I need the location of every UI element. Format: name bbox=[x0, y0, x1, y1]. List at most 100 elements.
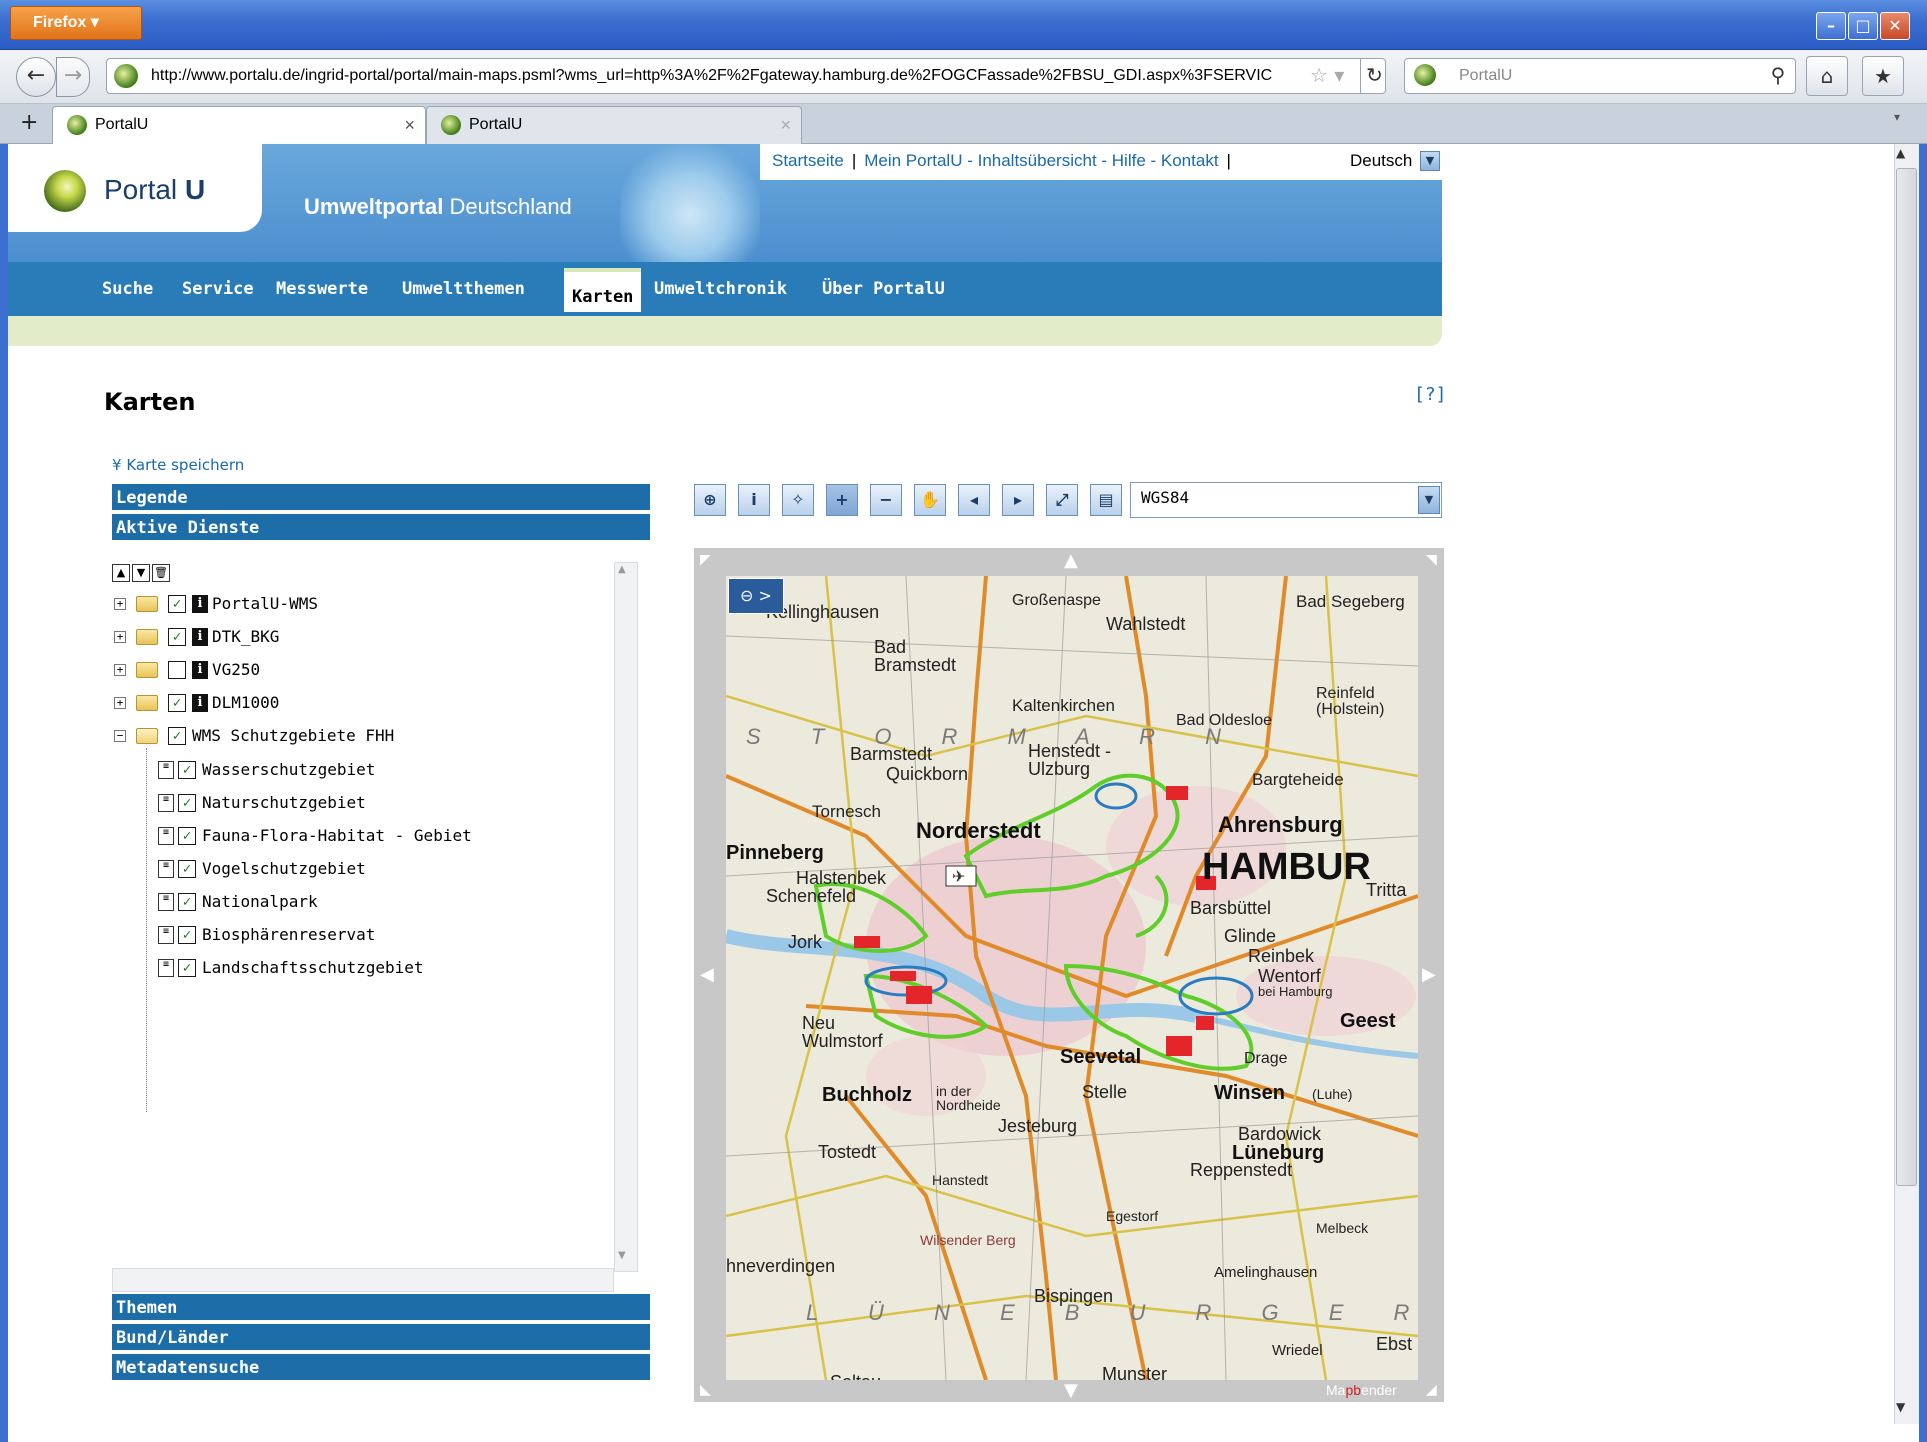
print-icon[interactable]: ▤ bbox=[1090, 484, 1122, 516]
pan-northwest-icon[interactable]: ◤ bbox=[700, 552, 711, 568]
expand-icon[interactable]: + bbox=[114, 697, 126, 709]
chevron-down-icon[interactable]: ▼ bbox=[1418, 486, 1440, 514]
panel-metadatensuche[interactable]: Metadatensuche bbox=[112, 1354, 650, 1382]
help-link[interactable]: [?] bbox=[1414, 384, 1447, 405]
pan-north-icon[interactable]: ▲ bbox=[1064, 550, 1078, 571]
nav-karten[interactable]: Karten bbox=[564, 268, 642, 312]
trash-icon[interactable]: 🗑 bbox=[152, 564, 170, 582]
nav-messwerte[interactable]: Messwerte bbox=[276, 262, 368, 316]
layer-checkbox[interactable]: ✓ bbox=[178, 794, 196, 812]
tab-portalu-active[interactable]: PortalU × bbox=[52, 106, 426, 144]
legend-icon[interactable]: ≡ bbox=[158, 893, 174, 911]
pan-south-icon[interactable]: ▼ bbox=[1064, 1380, 1078, 1401]
site-identity-icon[interactable] bbox=[114, 64, 138, 88]
info-icon[interactable]: i bbox=[192, 694, 208, 712]
link-startseite[interactable]: Startseite bbox=[772, 151, 844, 170]
panel-aktive-dienste[interactable]: Aktive Dienste bbox=[112, 514, 650, 542]
nav-umweltthemen[interactable]: Umweltthemen bbox=[402, 262, 525, 316]
legend-icon[interactable]: ≡ bbox=[158, 860, 174, 878]
new-tab-button[interactable]: + bbox=[20, 106, 38, 140]
tab-portalu[interactable]: PortalU × bbox=[426, 106, 802, 144]
add-wms-icon[interactable]: ⊕ bbox=[694, 484, 726, 516]
pan-hand-icon[interactable]: ✋ bbox=[914, 484, 946, 516]
feature-info-icon[interactable]: i bbox=[738, 484, 770, 516]
close-tab-icon[interactable]: × bbox=[404, 107, 415, 143]
nav-service[interactable]: Service bbox=[182, 262, 254, 316]
legend-icon[interactable]: ≡ bbox=[158, 761, 174, 779]
pan-northeast-icon[interactable]: ◥ bbox=[1426, 552, 1437, 568]
srs-select[interactable]: WGS84 bbox=[1130, 482, 1442, 518]
service-checkbox[interactable]: ✓ bbox=[168, 694, 186, 712]
home-button[interactable]: ⌂ bbox=[1806, 56, 1848, 96]
layer-checkbox[interactable]: ✓ bbox=[178, 893, 196, 911]
service-checkbox[interactable] bbox=[168, 661, 186, 679]
legend-icon[interactable]: ≡ bbox=[158, 794, 174, 812]
forward-button[interactable]: → bbox=[56, 57, 90, 97]
url-bar[interactable]: http://www.portalu.de/ingrid-portal/port… bbox=[106, 58, 1386, 94]
legend-icon[interactable]: ≡ bbox=[158, 827, 174, 845]
zoom-full-extent-icon[interactable]: ⤢ bbox=[1046, 484, 1078, 516]
close-window-button[interactable]: ✕ bbox=[1880, 12, 1910, 40]
page-scrollbar-thumb[interactable] bbox=[1896, 168, 1917, 1186]
scroll-down-icon[interactable]: ▼ bbox=[1896, 1400, 1905, 1414]
search-engine-icon[interactable] bbox=[1414, 64, 1436, 86]
layer-checkbox[interactable]: ✓ bbox=[178, 926, 196, 944]
zoom-in-icon[interactable]: + bbox=[826, 484, 858, 516]
tree-scroll-up-icon[interactable]: ▲ bbox=[618, 564, 626, 575]
history-forward-icon[interactable]: ▸ bbox=[1002, 484, 1034, 516]
set-coordinates-icon[interactable]: ✧ bbox=[782, 484, 814, 516]
pan-east-icon[interactable]: ▶ bbox=[1422, 964, 1436, 985]
info-icon[interactable]: i bbox=[192, 628, 208, 646]
layer-checkbox[interactable]: ✓ bbox=[178, 827, 196, 845]
firefox-menu-button[interactable]: Firefox ▾ bbox=[10, 6, 142, 40]
search-magnifier-icon[interactable]: ⚲ bbox=[1762, 58, 1794, 92]
save-map-link[interactable]: ¥ Karte speichern bbox=[112, 456, 244, 474]
tree-vertical-scrollbar[interactable] bbox=[614, 562, 638, 1272]
nav-suche[interactable]: Suche bbox=[102, 262, 153, 316]
reload-icon[interactable]: ↻ bbox=[1360, 58, 1388, 94]
move-down-icon[interactable]: ▼ bbox=[132, 564, 150, 582]
expand-icon[interactable]: + bbox=[114, 631, 126, 643]
collapse-icon[interactable]: − bbox=[114, 730, 126, 742]
map-canvas[interactable]: ✈ Kellinghausen Großenaspe Bad Segeberg … bbox=[726, 576, 1418, 1380]
close-tab-icon[interactable]: × bbox=[780, 107, 791, 143]
legend-icon[interactable]: ≡ bbox=[158, 959, 174, 977]
expand-icon[interactable]: + bbox=[114, 598, 126, 610]
folder-icon bbox=[136, 629, 158, 645]
legend-icon[interactable]: ≡ bbox=[158, 926, 174, 944]
service-checkbox[interactable]: ✓ bbox=[168, 595, 186, 613]
pan-southwest-icon[interactable]: ◣ bbox=[700, 1382, 711, 1398]
layer-checkbox[interactable]: ✓ bbox=[178, 860, 196, 878]
back-button[interactable]: ← bbox=[16, 57, 56, 97]
service-checkbox[interactable]: ✓ bbox=[168, 628, 186, 646]
expand-icon[interactable]: + bbox=[114, 664, 126, 676]
service-checkbox[interactable]: ✓ bbox=[168, 727, 186, 745]
bookmarks-menu-button[interactable]: ★ bbox=[1862, 56, 1904, 96]
language-select[interactable]: Deutsch bbox=[1350, 144, 1412, 178]
history-back-icon[interactable]: ◂ bbox=[958, 484, 990, 516]
search-input[interactable]: PortalU bbox=[1404, 58, 1796, 94]
zoom-out-icon[interactable]: − bbox=[870, 484, 902, 516]
minimize-button[interactable]: – bbox=[1816, 12, 1846, 40]
info-icon[interactable]: i bbox=[192, 661, 208, 679]
layer-checkbox[interactable]: ✓ bbox=[178, 959, 196, 977]
panel-bund-laender[interactable]: Bund/Länder bbox=[112, 1324, 650, 1352]
layer-label: Nationalpark bbox=[202, 892, 318, 911]
nav-ueber-portalu[interactable]: Über PortalU bbox=[822, 262, 945, 316]
chevron-down-icon[interactable]: ▼ bbox=[1420, 151, 1440, 171]
move-up-icon[interactable]: ▲ bbox=[112, 564, 130, 582]
tree-scroll-down-icon[interactable]: ▼ bbox=[618, 1250, 626, 1261]
scroll-up-icon[interactable]: ▲ bbox=[1896, 146, 1905, 160]
maximize-button[interactable]: □ bbox=[1848, 12, 1878, 40]
layer-checkbox[interactable]: ✓ bbox=[178, 761, 196, 779]
panel-themen[interactable]: Themen bbox=[112, 1294, 650, 1322]
pan-west-icon[interactable]: ◀ bbox=[700, 964, 714, 985]
overview-map-toggle[interactable]: ⊖ > bbox=[728, 578, 784, 614]
info-icon[interactable]: i bbox=[192, 595, 208, 613]
link-mein-portalu[interactable]: Mein PortalU - Inhaltsübersicht - Hilfe … bbox=[864, 151, 1218, 170]
panel-legende[interactable]: Legende bbox=[112, 484, 650, 512]
pan-southeast-icon[interactable]: ◢ bbox=[1426, 1382, 1437, 1398]
nav-umweltchronik[interactable]: Umweltchronik bbox=[654, 262, 787, 316]
tree-horizontal-scrollbar[interactable] bbox=[112, 1268, 614, 1292]
tab-list-icon[interactable]: ▾ bbox=[1894, 110, 1900, 124]
